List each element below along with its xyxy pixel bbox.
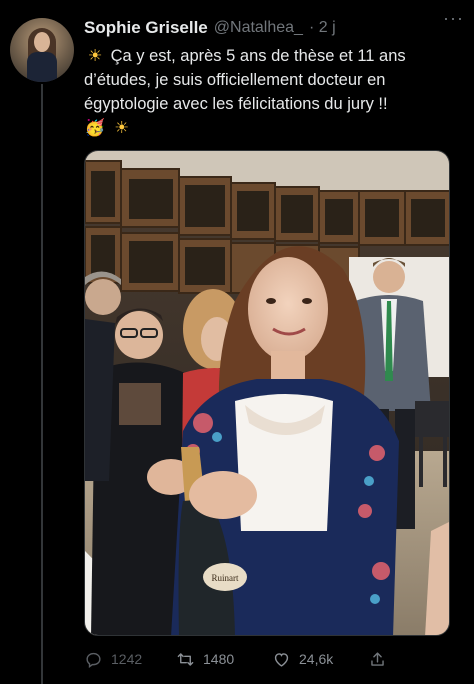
bottle-label: Ruinart: [212, 573, 239, 583]
tweet-line-1: ☀ Ça y est, après 5 ans de thèse et 11 a…: [84, 44, 460, 68]
share-icon: [371, 651, 384, 666]
retweet-button[interactable]: 1480: [176, 646, 234, 672]
tweet-photo[interactable]: Ruinart: [84, 150, 450, 636]
avatar[interactable]: [10, 18, 74, 82]
retweet-count: 1480: [203, 651, 235, 667]
heart-icon: [274, 652, 289, 667]
photo-scene: Ruinart: [85, 151, 449, 635]
author-name[interactable]: Sophie Griselle: [84, 18, 208, 38]
reply-icon: [86, 652, 101, 668]
retweet-icon: [177, 652, 194, 666]
tweet-line-4: 🥳 ☀: [84, 116, 460, 140]
tweet-line-2: d’études, je suis officiellement docteur…: [84, 71, 386, 89]
sun-icon: ☀: [87, 47, 103, 65]
face-with-party-horn-icon: 🥳: [84, 119, 106, 137]
share-button[interactable]: [368, 646, 395, 672]
avatar-face: [34, 32, 50, 52]
action-bar: 1242 1480 24,6k: [84, 646, 464, 672]
sun-icon: ☀: [114, 119, 129, 137]
author-handle[interactable]: @Natalhea_: [214, 19, 303, 37]
tweet-line-1-text: Ça y est, après 5 ans de thèse et 11 ans: [110, 47, 406, 65]
like-button[interactable]: 24,6k: [272, 646, 333, 672]
tweet-text: ☀ Ça y est, après 5 ans de thèse et 11 a…: [84, 44, 460, 140]
thread-line: [41, 84, 43, 684]
more-options-icon[interactable]: ···: [443, 8, 464, 29]
tweet-line-3: égyptologie avec les félicitations du ju…: [84, 95, 388, 113]
reply-count: 1242: [111, 651, 143, 667]
tweet-header: Sophie Griselle @Natalhea_ · 2 j: [84, 16, 462, 40]
tweet-time[interactable]: · 2 j: [309, 19, 336, 37]
like-count: 24,6k: [299, 651, 334, 667]
reply-button[interactable]: 1242: [84, 646, 142, 672]
avatar-body: [27, 52, 57, 82]
